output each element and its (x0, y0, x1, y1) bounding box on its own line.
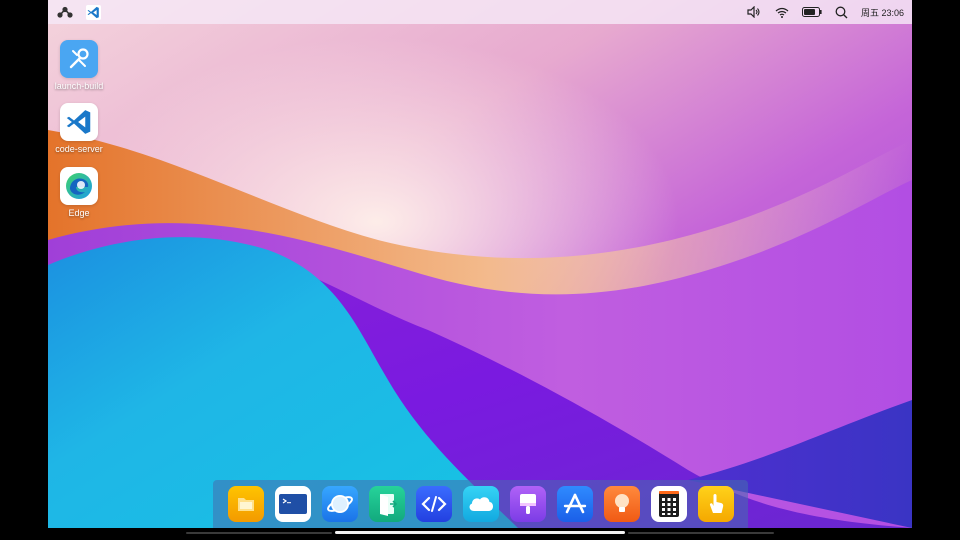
volume-icon[interactable] (745, 3, 763, 21)
terminal-icon[interactable] (274, 486, 311, 522)
wrench-icon (60, 40, 98, 78)
desktop-item-label: launch-build (54, 81, 104, 91)
desktop-item-launch-build[interactable]: launch-build (48, 40, 110, 91)
home-indicator[interactable] (335, 531, 625, 534)
vscode-icon (60, 103, 98, 141)
clock[interactable]: 周五 23:06 (861, 6, 904, 19)
edge-icon (60, 167, 98, 205)
nav-rail-left (186, 532, 332, 534)
launcher-icon[interactable] (56, 3, 74, 21)
desktop-item-label: Edge (68, 208, 90, 218)
calculator-icon[interactable] (650, 486, 687, 522)
files-icon[interactable] (227, 486, 264, 522)
desktop-screen: 周五 23:06 launch-build code-server Edge (48, 0, 912, 528)
wallpaper (48, 0, 912, 528)
touch-icon[interactable] (697, 486, 734, 522)
code-editor-icon[interactable] (415, 486, 452, 522)
battery-icon[interactable] (801, 3, 823, 21)
top-status-bar: 周五 23:06 (48, 0, 912, 24)
dock (213, 480, 748, 528)
paint-brush-icon[interactable] (509, 486, 546, 522)
app-store-icon[interactable] (556, 486, 593, 522)
nav-rail-right (628, 532, 774, 534)
vscode-tray-icon[interactable] (84, 3, 102, 21)
desktop-item-code-server[interactable]: code-server (48, 103, 110, 154)
exit-door-icon[interactable] (368, 486, 405, 522)
desktop-item-edge[interactable]: Edge (48, 167, 110, 218)
lightbulb-icon[interactable] (603, 486, 640, 522)
desktop-item-label: code-server (55, 144, 103, 154)
search-icon[interactable] (833, 3, 851, 21)
wifi-icon[interactable] (773, 3, 791, 21)
cloud-icon[interactable] (462, 486, 499, 522)
browser-icon[interactable] (321, 486, 358, 522)
